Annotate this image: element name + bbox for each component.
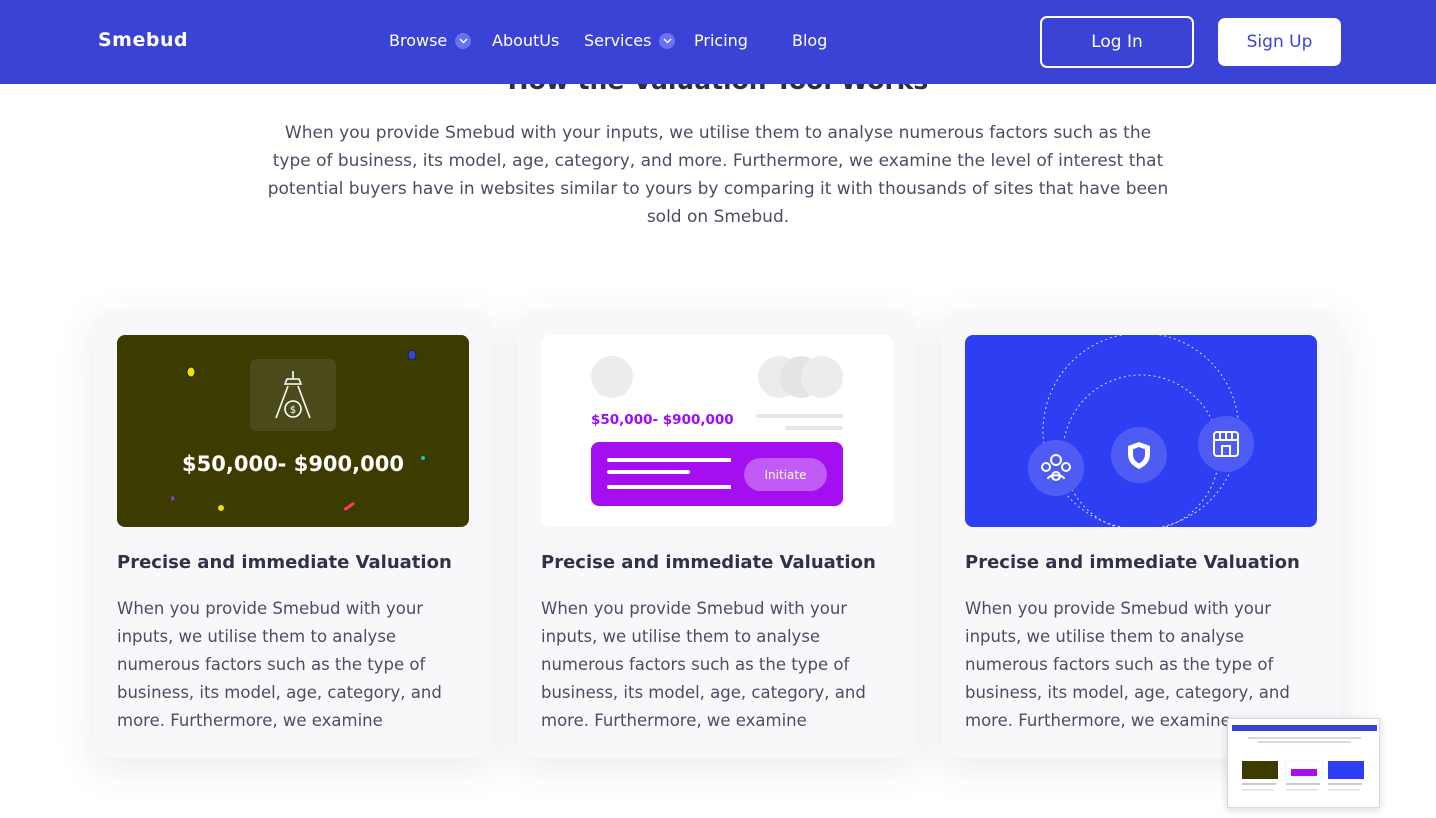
brand-logo[interactable]: Smebud: [98, 29, 188, 51]
feature-card: $50,000- $900,000 Initiate Precise and i…: [517, 311, 917, 758]
shield-icon: [1111, 427, 1167, 483]
nav-pricing[interactable]: Pricing: [694, 31, 748, 50]
chevron-down-icon: [659, 32, 676, 49]
section-description: When you provide Smebud with your inputs…: [267, 123, 1169, 227]
nav-aboutus[interactable]: AboutUs: [492, 31, 559, 50]
card-illustration-network: [965, 335, 1317, 527]
nav-browse[interactable]: Browse: [389, 31, 472, 50]
signup-button[interactable]: Sign Up: [1218, 18, 1341, 66]
card-illustration-form: $50,000- $900,000 Initiate: [541, 335, 893, 527]
money-lamp-icon: $: [250, 359, 336, 431]
card-text: When you provide Smebud with your inputs…: [965, 599, 1290, 730]
nav-blog-label: Blog: [792, 31, 828, 50]
nav-blog[interactable]: Blog: [792, 31, 827, 50]
chevron-down-icon: [455, 32, 472, 49]
initiate-panel: Initiate: [591, 442, 843, 506]
card-text: When you provide Smebud with your inputs…: [117, 599, 442, 730]
card-title: Precise and immediate Valuation: [117, 552, 452, 573]
feature-card: Precise and immediate Valuation When you…: [941, 311, 1341, 758]
feature-card: $ $50,000- $900,000 Precise and immediat…: [93, 311, 493, 758]
people-icon: [1028, 440, 1084, 496]
login-button[interactable]: Log In: [1040, 16, 1194, 68]
nav-browse-label: Browse: [389, 31, 448, 50]
card-text: When you provide Smebud with your inputs…: [541, 599, 866, 730]
nav-pricing-label: Pricing: [694, 31, 748, 50]
card-title: Precise and immediate Valuation: [965, 552, 1300, 573]
store-icon: [1198, 416, 1254, 472]
nav-services-label: Services: [584, 31, 652, 50]
card-illustration-dark: $ $50,000- $900,000: [117, 335, 469, 527]
price-range: $50,000- $900,000: [591, 412, 734, 428]
initiate-button[interactable]: Initiate: [744, 458, 827, 491]
price-range: $50,000- $900,000: [182, 452, 404, 476]
thumbnail-image: [1232, 725, 1377, 791]
nav-services[interactable]: Services: [584, 31, 676, 50]
nav-aboutus-label: AboutUs: [492, 31, 560, 50]
page-thumbnail-preview[interactable]: [1227, 718, 1380, 808]
svg-text:$: $: [290, 405, 296, 416]
card-title: Precise and immediate Valuation: [541, 552, 876, 573]
top-navbar: Smebud Browse AboutUs Services Pricing B…: [0, 0, 1436, 84]
text-lines: [607, 458, 731, 489]
